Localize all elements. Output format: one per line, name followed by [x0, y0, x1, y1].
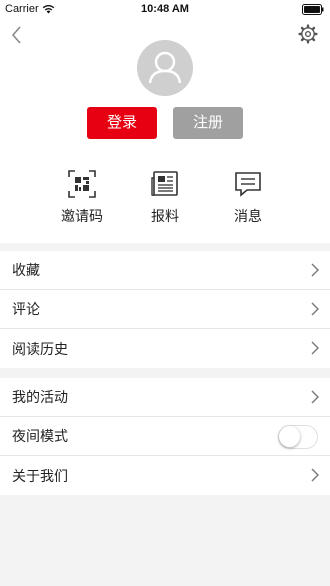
menu-item-comments[interactable]: 评论 — [0, 290, 330, 329]
menu-group-settings: 我的活动 夜间模式 关于我们 — [0, 378, 330, 495]
menu-item-label: 评论 — [12, 301, 40, 317]
menu-item-label: 收藏 — [12, 262, 40, 278]
chevron-right-icon — [311, 263, 319, 277]
profile-header: 登录 注册 邀请码 报料 消息 — [0, 20, 330, 243]
user-avatar-icon — [148, 51, 182, 84]
menu-item-night-mode: 夜间模式 — [0, 417, 330, 456]
qr-code-icon — [68, 170, 96, 198]
avatar[interactable] — [137, 40, 193, 96]
menu-item-label: 关于我们 — [12, 467, 68, 484]
invite-code-label: 邀请码 — [61, 208, 103, 224]
settings-gear-icon[interactable] — [298, 24, 318, 44]
login-button[interactable]: 登录 — [87, 107, 157, 139]
menu-item-about-us[interactable]: 关于我们 — [0, 456, 330, 495]
invite-code-shortcut[interactable]: 邀请码 — [47, 170, 117, 226]
chevron-right-icon — [311, 341, 319, 355]
status-bar: Carrier 10:48 AM — [0, 0, 330, 20]
menu-item-label: 阅读历史 — [12, 340, 68, 357]
register-button[interactable]: 注册 — [173, 107, 243, 139]
menu-item-reading-history[interactable]: 阅读历史 — [0, 329, 330, 368]
toggle-knob — [279, 426, 300, 447]
menu-item-label: 夜间模式 — [12, 428, 68, 444]
menu-item-my-activities[interactable]: 我的活动 — [0, 378, 330, 417]
news-tip-label: 报料 — [151, 208, 179, 224]
message-icon — [235, 172, 261, 197]
chevron-right-icon — [311, 302, 319, 316]
clock: 10:48 AM — [141, 3, 189, 15]
newspaper-icon — [151, 171, 178, 196]
menu-item-favorites[interactable]: 收藏 — [0, 251, 330, 290]
messages-shortcut[interactable]: 消息 — [213, 170, 283, 226]
news-tip-shortcut[interactable]: 报料 — [130, 170, 200, 226]
back-icon[interactable] — [8, 24, 28, 46]
messages-label: 消息 — [234, 208, 262, 224]
night-mode-toggle[interactable] — [278, 425, 318, 449]
menu-group-content: 收藏 评论 阅读历史 — [0, 251, 330, 368]
battery-icon — [302, 4, 324, 15]
feature-shortcuts: 邀请码 报料 消息 — [0, 170, 330, 230]
chevron-right-icon — [311, 390, 319, 404]
chevron-right-icon — [311, 468, 319, 482]
menu-item-label: 我的活动 — [12, 389, 68, 405]
